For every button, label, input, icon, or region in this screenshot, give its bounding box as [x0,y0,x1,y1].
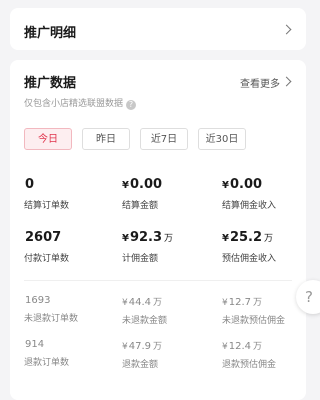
tab-last-7-days[interactable]: 近7日 [140,128,188,150]
metric-value: 0.00 [229,177,263,192]
help-icon[interactable]: ? [126,100,137,110]
metric-value: 47.9 [128,341,151,352]
metric-label: 结算佣金收入 [222,201,277,211]
metric-unrefunded-orders: 1693 未退款订单数 [24,295,78,324]
metric-label: 未退款金额 [122,316,168,326]
promotion-data-card: 推广数据 查看更多 仅包含小店精选联盟数据? 今日 昨日 近7日 近30日 0 … [10,60,306,400]
metric-unrefunded-commission: ¥12.7 万 未退款预估佣金 [222,297,286,326]
chevron-right-icon[interactable] [281,76,292,87]
metric-label: 结算订单数 [24,201,70,211]
metric-value: 0 [25,177,35,192]
metric-settled-orders: 0 结算订单数 [24,177,69,211]
metric-label: 计佣金额 [122,254,159,264]
metric-value: 12.4 [228,341,251,352]
tab-last-30-days[interactable]: 近30日 [198,128,246,150]
metric-label: 付款订单数 [24,254,70,264]
promotion-data-title: 推广数据 [24,76,77,91]
metric-paid-orders: 2607 付款订单数 [24,230,69,264]
metric-label: 退款金额 [122,360,159,370]
metric-label: 预估佣金收入 [222,254,277,264]
view-more-link[interactable]: 查看更多 [240,75,280,90]
metric-value: 914 [25,339,45,350]
metric-refunded-amount: ¥47.9 万 退款金额 [122,341,163,370]
metric-value: 0.00 [129,177,163,192]
chevron-right-icon [281,24,292,35]
data-scope-text: 仅包含小店精选联盟数据 [24,99,124,109]
data-scope-note: 仅包含小店精选联盟数据? [24,96,137,110]
metric-label: 退款预估佣金 [222,360,277,370]
metric-value: 1693 [25,295,51,306]
metric-unrefunded-amount: ¥44.4 万 未退款金额 [122,297,168,326]
tab-yesterday[interactable]: 昨日 [82,128,130,150]
tab-today[interactable]: 今日 [24,128,72,150]
metric-estimated-commission: ¥25.2 万 预估佣金收入 [222,230,277,264]
promotion-detail-title: 推广明细 [24,26,77,41]
metric-value: 2607 [25,230,62,245]
divider [24,280,292,281]
metric-label: 退款订单数 [24,358,70,368]
metric-refunded-commission: ¥12.4 万 退款预估佣金 [222,341,277,370]
metric-label: 结算金额 [122,201,159,211]
metric-value: 12.7 [228,297,251,308]
metric-settled-amount: ¥0.00 结算金额 [122,177,163,211]
metric-value: 25.2 [229,230,263,245]
metric-label: 未退款预估佣金 [222,316,286,326]
promotion-detail-row[interactable]: 推广明细 [10,8,306,50]
metric-refunded-orders: 914 退款订单数 [24,339,69,368]
metric-commission-base-amount: ¥92.3 万 计佣金额 [122,230,174,264]
metric-value: 44.4 [128,297,151,308]
metric-settled-commission: ¥0.00 结算佣金收入 [222,177,277,211]
metric-value: 92.3 [129,230,163,245]
metric-label: 未退款订单数 [24,314,79,324]
